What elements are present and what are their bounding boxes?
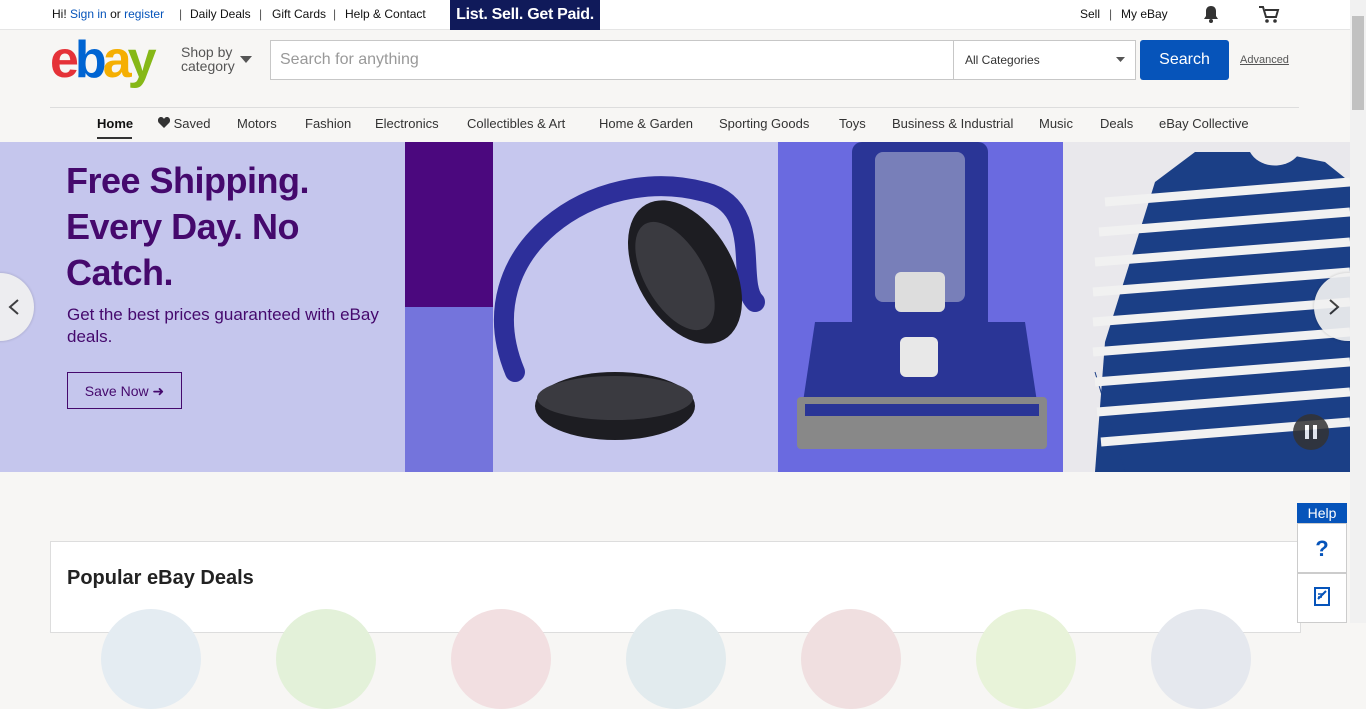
nav-active-indicator <box>97 137 132 139</box>
pause-icon <box>1305 425 1317 439</box>
sign-in-link[interactable]: Sign in <box>70 7 107 21</box>
logo-letter-a: a <box>102 31 132 89</box>
nav-item-ebay-collective[interactable]: eBay Collective <box>1159 117 1249 131</box>
chevron-down-icon <box>1116 57 1125 62</box>
daily-deals-link[interactable]: Daily Deals <box>190 0 251 29</box>
nav-item-home[interactable]: Home <box>97 117 133 131</box>
chevron-right-icon <box>1329 299 1340 315</box>
logo-letter-y: y <box>127 31 157 89</box>
chevron-left-icon <box>8 299 19 315</box>
topbar-divider: | <box>333 7 337 21</box>
top-bar: Hi! Sign in or register | Daily Deals | … <box>0 0 1366 30</box>
search-bar: All Categories <box>270 40 1136 80</box>
deal-circle[interactable] <box>1151 609 1251 709</box>
search-button[interactable]: Search <box>1140 40 1229 80</box>
cart-icon[interactable] <box>1258 4 1280 24</box>
nav-item-home-garden[interactable]: Home & Garden <box>599 117 693 131</box>
carousel-pause-button[interactable] <box>1293 414 1329 450</box>
save-now-label: Save Now <box>84 383 149 399</box>
category-label: category <box>181 58 235 74</box>
my-ebay-link[interactable]: My eBay <box>1121 0 1168 29</box>
nav-item-saved[interactable]: Saved <box>157 116 211 131</box>
help-tab[interactable]: Help <box>1297 503 1347 523</box>
logo-letter-e: e <box>50 31 79 89</box>
greeting: Hi! Sign in or register <box>52 0 164 29</box>
shop-by-category-button[interactable]: Shop by category <box>181 45 235 73</box>
nav-item-label: Saved <box>173 116 211 131</box>
deal-circle[interactable] <box>451 609 551 709</box>
deal-circle[interactable] <box>276 609 376 709</box>
nav-divider <box>50 107 1299 108</box>
nav-item-fashion[interactable]: Fashion <box>305 117 351 131</box>
nav-item-deals[interactable]: Deals <box>1100 117 1133 131</box>
question-icon: ? <box>1315 536 1329 561</box>
feedback-button[interactable] <box>1297 573 1347 623</box>
topbar-divider: | <box>179 7 183 21</box>
carousel-next-button[interactable] <box>1314 273 1350 341</box>
hero-banner[interactable]: Free Shipping. Every Day. No Catch. Get … <box>0 142 1350 472</box>
gift-cards-link[interactable]: Gift Cards <box>272 0 326 29</box>
help-contact-link[interactable]: Help & Contact <box>345 0 426 29</box>
feedback-icon <box>1314 587 1330 606</box>
ebay-logo[interactable]: ebay <box>50 31 157 89</box>
logo-letter-b: b <box>74 31 107 89</box>
nav-item-music[interactable]: Music <box>1039 117 1073 131</box>
search-input[interactable] <box>271 41 969 79</box>
nav-item-motors[interactable]: Motors <box>237 117 277 131</box>
save-now-button[interactable]: Save Now ➜ <box>67 372 182 409</box>
nav-item-business-industrial[interactable]: Business & Industrial <box>892 117 1013 131</box>
register-link[interactable]: register <box>124 7 164 21</box>
section-title: Popular eBay Deals <box>67 567 254 589</box>
popular-deals-section: Popular eBay Deals <box>50 541 1301 709</box>
sell-link[interactable]: Sell <box>1080 0 1100 29</box>
or-text: or <box>110 7 121 21</box>
category-selected-value: All Categories <box>965 53 1040 67</box>
arrow-right-icon: ➜ <box>152 383 165 399</box>
nav-item-collectibles-art[interactable]: Collectibles & Art <box>467 117 565 131</box>
carousel-prev-button[interactable] <box>0 273 34 341</box>
chevron-down-icon <box>240 56 252 63</box>
category-select[interactable]: All Categories <box>953 41 1135 79</box>
nav-item-toys[interactable]: Toys <box>839 117 866 131</box>
nav-item-electronics[interactable]: Electronics <box>375 117 439 131</box>
shop-by-label: Shop by <box>181 44 233 60</box>
greeting-prefix: Hi! <box>52 7 67 21</box>
hero-title: Free Shipping. Every Day. No Catch. <box>66 160 310 293</box>
hero-product-image <box>405 142 1350 472</box>
bell-icon[interactable] <box>1200 4 1222 24</box>
promo-banner[interactable]: List. Sell. Get Paid. <box>450 0 600 30</box>
topbar-divider: | <box>1109 7 1113 21</box>
header: ebay Shop by category All Categories Sea… <box>0 30 1350 140</box>
scrollbar-thumb[interactable] <box>1352 16 1364 110</box>
hero-subtitle: Get the best prices guaranteed with eBay… <box>67 305 379 346</box>
deal-circle[interactable] <box>976 609 1076 709</box>
advanced-search-link[interactable]: Advanced <box>1240 54 1289 66</box>
deal-circle[interactable] <box>801 609 901 709</box>
deal-circle[interactable] <box>101 609 201 709</box>
help-question-button[interactable]: ? <box>1297 523 1347 573</box>
topbar-divider: | <box>259 7 263 21</box>
help-widget: Help ? <box>1296 503 1348 623</box>
deal-circle[interactable] <box>626 609 726 709</box>
heart-icon <box>157 117 171 128</box>
nav-item-sporting-goods[interactable]: Sporting Goods <box>719 117 809 131</box>
